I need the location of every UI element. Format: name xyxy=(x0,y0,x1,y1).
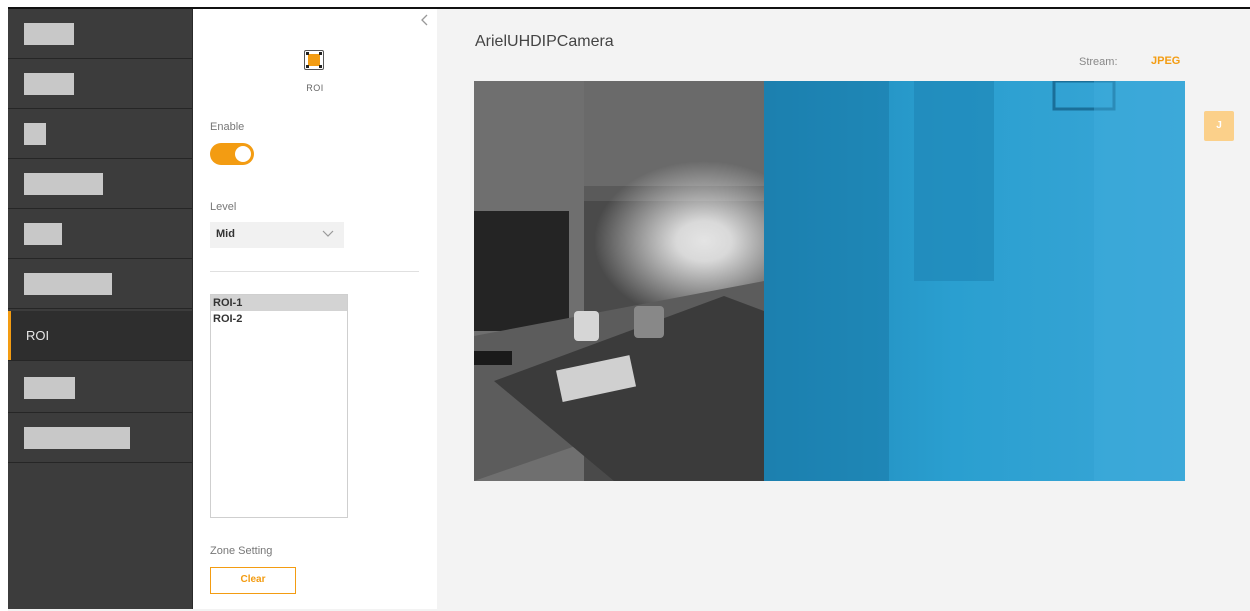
camera-name: ArielUHDIPCamera xyxy=(475,33,614,50)
clear-button[interactable]: Clear xyxy=(210,567,296,594)
redacted-label xyxy=(24,223,62,245)
video-preview[interactable] xyxy=(474,81,1185,481)
roi-listbox[interactable]: ROI-1 ROI-2 xyxy=(210,294,348,518)
sidebar-item-2[interactable] xyxy=(8,59,192,109)
app-frame: ROI ROI Enable Level Mid ROI-1 ROI-2 Zon… xyxy=(8,7,1250,611)
redacted-label xyxy=(24,23,74,45)
roi-list-item[interactable]: ROI-2 xyxy=(211,311,347,327)
sidebar-item-3[interactable] xyxy=(8,109,192,159)
sidebar-item-1[interactable] xyxy=(8,9,192,59)
side-action-button[interactable]: J xyxy=(1204,111,1234,141)
camera-image xyxy=(474,81,1185,481)
stream-value[interactable]: JPEG xyxy=(1151,55,1180,67)
enable-label: Enable xyxy=(210,121,245,133)
toggle-knob xyxy=(235,146,251,162)
roi-list-item[interactable]: ROI-1 xyxy=(211,295,347,311)
sidebar-item-8[interactable] xyxy=(8,363,192,413)
sidebar-item-roi[interactable]: ROI xyxy=(8,311,192,361)
redacted-label xyxy=(24,73,74,95)
roi-settings-panel: ROI Enable Level Mid ROI-1 ROI-2 Zone Se… xyxy=(193,9,437,609)
zone-setting-label: Zone Setting xyxy=(210,545,273,557)
chevron-down-icon xyxy=(322,230,334,237)
sidebar-item-9[interactable] xyxy=(8,413,192,463)
redacted-label xyxy=(24,377,75,399)
divider xyxy=(210,271,419,272)
level-select-value: Mid xyxy=(216,228,235,240)
sidebar-item-5[interactable] xyxy=(8,209,192,259)
stream-label: Stream: xyxy=(1079,56,1118,68)
redacted-label xyxy=(24,173,103,195)
enable-toggle[interactable] xyxy=(210,143,254,165)
roi-icon-caption: ROI xyxy=(306,83,324,93)
redacted-label xyxy=(24,123,46,145)
sidebar-item-label: ROI xyxy=(26,328,50,343)
level-select[interactable]: Mid xyxy=(210,222,344,248)
roi-icon xyxy=(304,50,324,70)
sidebar-item-4[interactable] xyxy=(8,159,192,209)
redacted-label xyxy=(24,427,130,449)
sidebar-item-6[interactable] xyxy=(8,259,192,309)
level-label: Level xyxy=(210,201,237,213)
sidebar-nav: ROI xyxy=(8,9,193,609)
chevron-left-icon[interactable] xyxy=(419,13,431,27)
redacted-label xyxy=(24,273,112,295)
